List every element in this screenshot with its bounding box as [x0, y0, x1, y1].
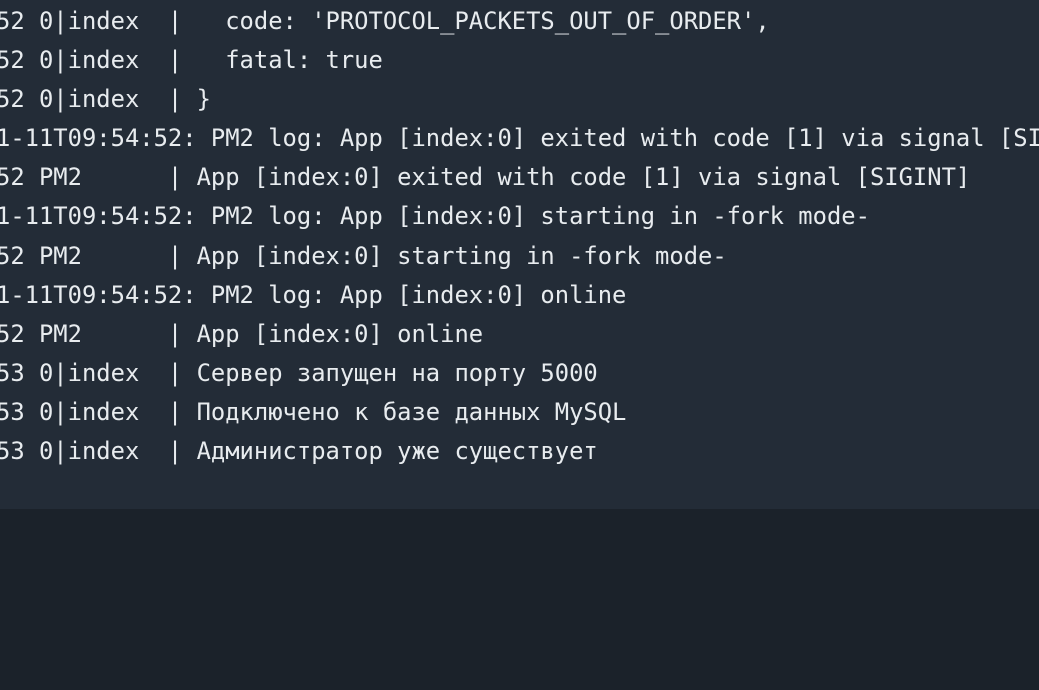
log-line: 52 PM2 | App [index:0] exited with code … — [0, 163, 971, 192]
log-line: 1-11T09:54:52: PM2 log: App [index:0] st… — [0, 202, 870, 231]
log-lines: 52 0|index | code: 'PROTOCOL_PACKETS_OUT… — [0, 2, 1039, 471]
log-line: 52 PM2 | App [index:0] online — [0, 319, 484, 348]
log-line: 52 0|index | code: 'PROTOCOL_PACKETS_OUT… — [0, 7, 770, 35]
empty-area — [0, 509, 1039, 690]
log-line: 52 PM2 | App [index:0] starting in -fork… — [0, 241, 727, 270]
log-line: 53 0|index | Сервер запущен на порту 500… — [0, 358, 598, 387]
terminal-output[interactable]: 52 0|index | code: 'PROTOCOL_PACKETS_OUT… — [0, 0, 1039, 509]
log-line: 53 0|index | Подключено к базе данных My… — [0, 397, 627, 426]
log-line: 52 0|index | } — [0, 85, 211, 114]
log-line: 53 0|index | Администратор уже существуе… — [0, 437, 598, 466]
log-line: 1-11T09:54:52: PM2 log: App [index:0] ex… — [0, 124, 1039, 153]
log-line: 1-11T09:54:52: PM2 log: App [index:0] on… — [0, 280, 627, 309]
log-line: 52 0|index | fatal: true — [0, 46, 383, 75]
